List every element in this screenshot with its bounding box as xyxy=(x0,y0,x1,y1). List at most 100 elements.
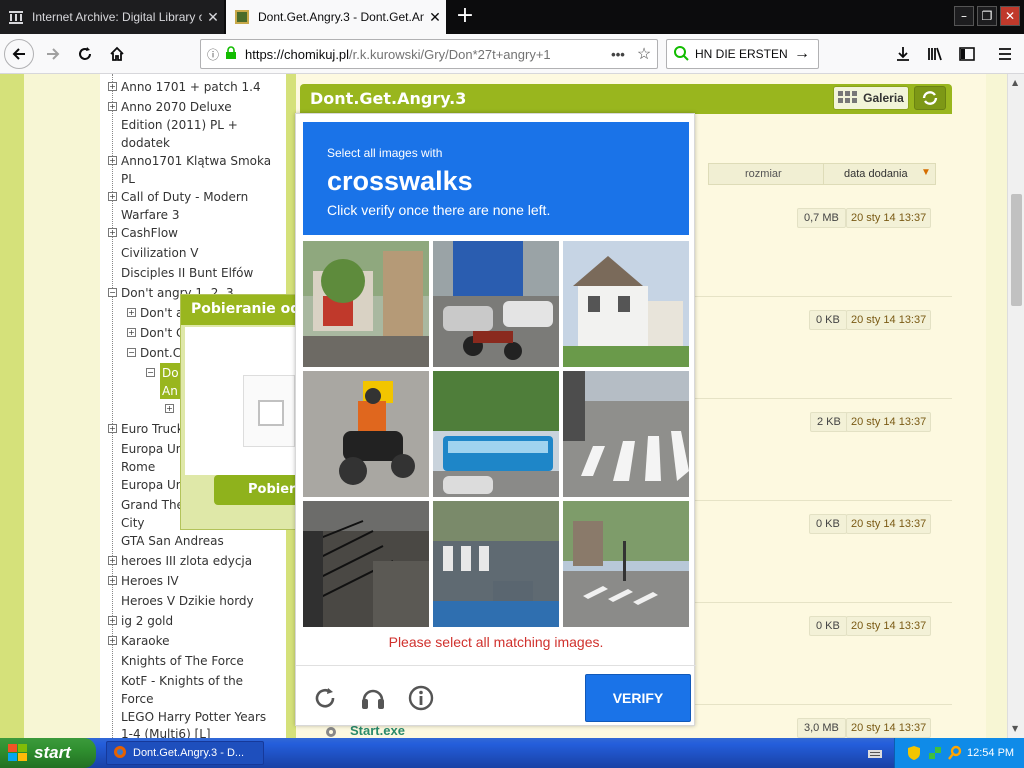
expand-icon[interactable]: + xyxy=(108,82,117,91)
shield-icon[interactable] xyxy=(907,745,921,764)
gallery-button[interactable]: Galeria xyxy=(833,86,909,110)
captcha-tile-white-house[interactable] xyxy=(563,241,689,367)
collapse-icon[interactable]: − xyxy=(146,368,155,377)
info-icon[interactable]: ⓘ xyxy=(201,46,225,63)
sort-by-date[interactable]: data dodania xyxy=(844,168,908,180)
tree-item[interactable]: Heroes V Dzikie hordy xyxy=(121,592,254,610)
sort-by-size[interactable]: rozmiar xyxy=(745,168,782,180)
expand-icon[interactable]: + xyxy=(108,424,117,433)
captcha-tile-parked-motorcycles[interactable] xyxy=(433,241,559,367)
hn-extension-box[interactable]: HN DIE ERSTEN → xyxy=(666,39,819,69)
page-actions-icon[interactable]: ••• xyxy=(605,47,631,62)
tree-item[interactable]: Rome xyxy=(121,458,155,476)
tree-item[interactable]: Warfare 3 xyxy=(121,206,179,224)
expand-icon[interactable]: + xyxy=(108,576,117,585)
tree-item[interactable]: GTA San Andreas xyxy=(121,532,224,550)
tree-item[interactable]: Don't a xyxy=(140,304,183,322)
forward-button[interactable] xyxy=(38,39,68,69)
tree-item[interactable]: LEGO Harry Potter Years xyxy=(121,708,266,726)
arrow-right-icon[interactable]: → xyxy=(794,45,818,63)
tree-item[interactable]: Grand The xyxy=(121,496,184,514)
expand-icon[interactable]: + xyxy=(165,404,174,413)
scrollbar-thumb[interactable] xyxy=(1011,194,1022,306)
tree-item[interactable]: Dont.C xyxy=(140,344,181,362)
tree-item[interactable]: heroes III zlota edycja xyxy=(121,552,252,570)
expand-icon[interactable]: + xyxy=(108,556,117,565)
menu-button[interactable] xyxy=(990,39,1020,69)
info-icon[interactable] xyxy=(407,684,435,712)
captcha-checkbox[interactable] xyxy=(243,375,295,447)
expand-icon[interactable]: + xyxy=(108,156,117,165)
bookmark-star-icon[interactable]: ☆ xyxy=(631,44,657,64)
expand-icon[interactable]: + xyxy=(108,102,117,111)
search-icon[interactable] xyxy=(947,745,963,764)
captcha-tile-blue-bus[interactable] xyxy=(433,371,559,497)
scroll-down-icon[interactable]: ▼ xyxy=(1012,724,1018,733)
reload-button[interactable] xyxy=(70,39,100,69)
audio-challenge-icon[interactable] xyxy=(359,684,387,712)
close-tab-icon[interactable]: ✕ xyxy=(202,9,224,26)
minimize-button[interactable]: – xyxy=(954,6,974,26)
expand-icon[interactable]: + xyxy=(127,328,136,337)
tree-item[interactable]: Knights of The Force xyxy=(121,652,244,670)
verify-button[interactable]: VERIFY xyxy=(585,674,691,722)
taskbar-window-item[interactable]: Dont.Get.Angry.3 - D... xyxy=(106,741,264,765)
sidebar-button[interactable] xyxy=(952,39,982,69)
tab-internet-archive[interactable]: Internet Archive: Digital Library of ✕ xyxy=(0,0,224,34)
tree-item[interactable]: CashFlow xyxy=(121,224,178,242)
tree-item[interactable]: Edition (2011) PL + xyxy=(121,116,238,134)
tree-item[interactable]: Europa Un xyxy=(121,476,183,494)
captcha-tile-crosswalk-road[interactable] xyxy=(433,501,559,627)
expand-icon[interactable]: + xyxy=(108,616,117,625)
captcha-tile-crosswalk-stripes[interactable] xyxy=(563,371,689,497)
keyboard-icon[interactable] xyxy=(868,746,882,760)
start-button[interactable]: start xyxy=(0,738,96,768)
expand-icon[interactable]: + xyxy=(108,192,117,201)
file-size: 0 KB xyxy=(809,514,847,534)
tree-item[interactable]: Don't C xyxy=(140,324,184,342)
captcha-tile-street-storefronts[interactable] xyxy=(303,241,429,367)
restore-button[interactable]: ❐ xyxy=(977,6,997,26)
tree-item[interactable]: KotF - Knights of the xyxy=(121,672,243,690)
captcha-target: crosswalks xyxy=(327,166,473,196)
tree-item[interactable]: Call of Duty - Modern xyxy=(121,188,248,206)
tree-item[interactable]: 1-4 (Multi6) [L] xyxy=(121,725,211,738)
refresh-challenge-icon[interactable] xyxy=(311,684,339,712)
collapse-icon[interactable]: − xyxy=(108,288,117,297)
tree-item[interactable]: dodatek xyxy=(121,134,170,152)
captcha-tile-stone-wall-railing[interactable] xyxy=(303,501,429,627)
close-tab-icon[interactable]: ✕ xyxy=(424,9,446,26)
scroll-up-icon[interactable]: ▲ xyxy=(1012,78,1018,87)
tree-item[interactable]: ig 2 gold xyxy=(121,612,173,630)
library-button[interactable] xyxy=(920,39,950,69)
collapse-icon[interactable]: − xyxy=(127,348,136,357)
tree-item[interactable]: Disciples II Bunt Elfów xyxy=(121,264,253,282)
expand-icon[interactable]: + xyxy=(127,308,136,317)
tree-item[interactable]: City xyxy=(121,514,145,532)
tree-item[interactable]: Anno 1701 + patch 1.4 xyxy=(121,78,261,96)
tree-item[interactable]: Force xyxy=(121,690,153,708)
tree-item[interactable]: Civilization V xyxy=(121,244,198,262)
back-button[interactable] xyxy=(4,39,34,69)
vertical-scrollbar[interactable]: ▲ ▼ xyxy=(1007,74,1024,738)
captcha-tile-motorcycle-rider[interactable] xyxy=(303,371,429,497)
tree-item[interactable]: Europa Un xyxy=(121,440,183,458)
captcha-tile-crosswalk-intersection[interactable] xyxy=(563,501,689,627)
tree-item[interactable]: Euro Truck xyxy=(121,420,184,438)
file-date: 20 sty 14 13:37 xyxy=(846,616,932,636)
tree-item[interactable]: Karaoke xyxy=(121,632,170,650)
home-button[interactable] xyxy=(102,39,132,69)
tree-item[interactable]: Heroes IV xyxy=(121,572,179,590)
network-icon[interactable] xyxy=(927,745,943,764)
new-tab-button[interactable]: + xyxy=(452,4,478,30)
refresh-button[interactable] xyxy=(914,86,946,110)
tree-item[interactable]: Anno1701 Klątwa Smoka xyxy=(121,152,271,170)
tab-dont-get-angry[interactable]: Dont.Get.Angry.3 - Dont.Get.Angry ✕ xyxy=(226,0,446,34)
downloads-button[interactable] xyxy=(888,39,918,69)
tree-item[interactable]: Anno 2070 Deluxe xyxy=(121,98,232,116)
expand-icon[interactable]: + xyxy=(108,228,117,237)
url-bar[interactable]: ⓘ https://chomikuj.pl/r.k.kurowski/Gry/D… xyxy=(200,39,658,69)
expand-icon[interactable]: + xyxy=(108,636,117,645)
tree-item[interactable]: PL xyxy=(121,170,135,188)
close-window-button[interactable]: ✕ xyxy=(1000,6,1020,26)
